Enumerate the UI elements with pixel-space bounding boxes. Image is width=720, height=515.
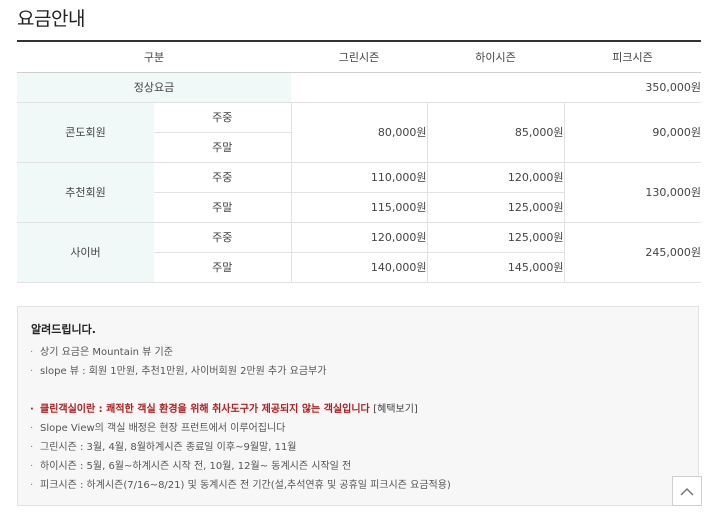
referral-high-weekday: 120,000원 [427, 162, 565, 193]
notice-title: 알려드립니다. [31, 323, 96, 336]
cyber-label: 사이버 [17, 222, 154, 283]
table-header-row: 구분 그린시즌 하이시즌 피크시즌 [17, 41, 701, 73]
bullet-icon: · [30, 442, 34, 453]
condo-weekend-label: 주말 [154, 132, 292, 163]
table-row-regular: 정상요금 350,000원 [17, 72, 701, 103]
list-item: · 상기 요금은 Mountain 뷰 기준 [30, 343, 680, 362]
page-title: 요금안내 [17, 8, 85, 30]
cyber-green-weekday: 120,000원 [291, 222, 428, 253]
referral-green-weekend: 115,000원 [291, 192, 428, 223]
cyber-high-weekend: 145,000원 [427, 252, 565, 283]
notice-list-a: · 상기 요금은 Mountain 뷰 기준 · slope 뷰 : 회원 1만원,… [30, 343, 680, 381]
cyber-weekday-label: 주중 [154, 222, 292, 253]
list-item: · slope 뷰 : 회원 1만원, 추천1만원, 사이버회원 2만원 추가 요… [30, 362, 680, 381]
cyber-peak-value: 245,000원 [564, 222, 701, 283]
benefits-link[interactable]: [혜택보기] [373, 404, 418, 415]
referral-high-weekend: 125,000원 [427, 192, 565, 223]
condo-green-value: 80,000원 [291, 102, 428, 163]
bullet-icon: · [30, 480, 34, 491]
referral-green-weekday: 110,000원 [291, 162, 428, 193]
bullet-icon: · [30, 347, 34, 358]
table-row-condo-weekday: 콘도회원 주중 80,000원 85,000원 90,000원 [17, 102, 701, 163]
regular-value: 350,000원 [291, 72, 701, 103]
notice-box: 알려드립니다. · 상기 요금은 Mountain 뷰 기준 · slope 뷰 :… [17, 306, 699, 506]
header-peak-season: 피크시즌 [564, 41, 701, 73]
rate-table: 구분 그린시즌 하이시즌 피크시즌 정상요금 350,000원 콘도회원 주중 … [17, 40, 701, 283]
table-row-cyber-weekday: 사이버 주중 120,000원 125,000원 245,000원 [17, 222, 701, 283]
cyber-weekend-label: 주말 [154, 252, 292, 283]
bullet-icon: · [30, 423, 34, 434]
bullet-icon: · [30, 461, 34, 472]
bullet-icon: · [30, 366, 34, 377]
condo-high-value: 85,000원 [427, 102, 565, 163]
table-row-referral-weekday: 추천회원 주중 110,000원 120,000원 130,000원 [17, 162, 701, 223]
condo-label: 콘도회원 [17, 102, 154, 163]
list-item: · Slope View의 객실 배정은 현장 프런트에서 이루어집니다 [30, 419, 680, 438]
cyber-high-weekday: 125,000원 [427, 222, 565, 253]
header-green-season: 그린시즌 [291, 41, 427, 73]
referral-label: 추천회원 [17, 162, 154, 223]
referral-weekday-label: 주중 [154, 162, 292, 193]
header-category: 구분 [17, 41, 291, 73]
list-item: · 그린시즌 : 3월, 4월, 8월하계시즌 종료일 이후~9월말, 11월 [30, 438, 680, 457]
bullet-icon: · [30, 404, 34, 415]
clean-room-notice: · 클린객실이란 : 쾌적한 객실 환경을 위해 취사도구가 제공되지 않는 객실… [30, 400, 680, 419]
scroll-to-top-button[interactable] [672, 476, 702, 506]
list-item: · 하이시즌 : 5월, 6월~하계시즌 시작 전, 10월, 12월~ 동계시즌… [30, 457, 680, 476]
regular-label: 정상요금 [17, 72, 291, 103]
referral-peak-value: 130,000원 [564, 162, 701, 223]
notice-list-b: · 클린객실이란 : 쾌적한 객실 환경을 위해 취사도구가 제공되지 않는 객실… [30, 400, 680, 495]
list-item: · 피크시즌 : 하계시즌(7/16~8/21) 및 동계시즌 전 기간(설,추석… [30, 476, 680, 495]
condo-peak-value: 90,000원 [564, 102, 701, 163]
chevron-up-icon [680, 487, 694, 496]
cyber-green-weekend: 140,000원 [291, 252, 428, 283]
header-high-season: 하이시즌 [427, 41, 564, 73]
referral-weekend-label: 주말 [154, 192, 292, 223]
condo-weekday-label: 주중 [154, 102, 292, 133]
